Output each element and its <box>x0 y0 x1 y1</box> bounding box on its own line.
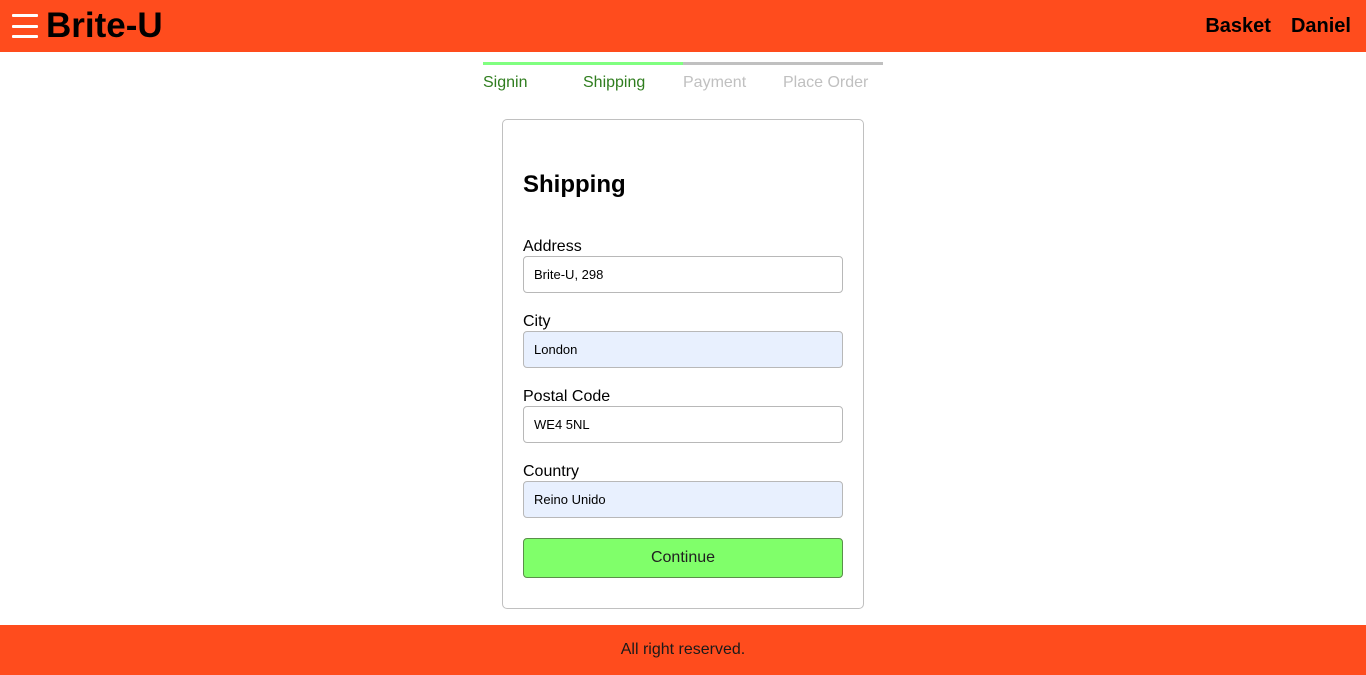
form-title: Shipping <box>523 171 626 198</box>
header-links: Basket Daniel <box>1185 15 1366 38</box>
address-input[interactable] <box>523 256 843 293</box>
step-payment: Payment <box>683 62 783 92</box>
footer-text: All right reserved. <box>620 641 746 658</box>
user-profile-link[interactable]: Daniel <box>1291 15 1351 38</box>
shipping-form: Shipping Address City Postal Code Countr… <box>502 119 864 609</box>
step-place-order: Place Order <box>783 62 883 92</box>
country-input[interactable] <box>523 481 843 518</box>
step-shipping: Shipping <box>583 62 683 92</box>
city-input[interactable] <box>523 331 843 368</box>
address-label: Address <box>523 238 582 255</box>
city-label: City <box>523 313 551 330</box>
postal-code-input[interactable] <box>523 406 843 443</box>
app-header: Brite-U Basket Daniel <box>0 0 1366 52</box>
basket-link[interactable]: Basket <box>1205 15 1271 38</box>
checkout-steps: Signin Shipping Payment Place Order <box>483 62 883 92</box>
country-label: Country <box>523 463 580 480</box>
postal-code-label: Postal Code <box>523 388 611 405</box>
hamburger-menu-icon[interactable] <box>12 14 38 38</box>
app-footer: All right reserved. <box>0 625 1366 675</box>
continue-button[interactable]: Continue <box>523 538 843 578</box>
step-signin: Signin <box>483 62 583 92</box>
brand: Brite-U <box>0 0 163 52</box>
brand-logo-link[interactable]: Brite-U <box>46 0 163 52</box>
